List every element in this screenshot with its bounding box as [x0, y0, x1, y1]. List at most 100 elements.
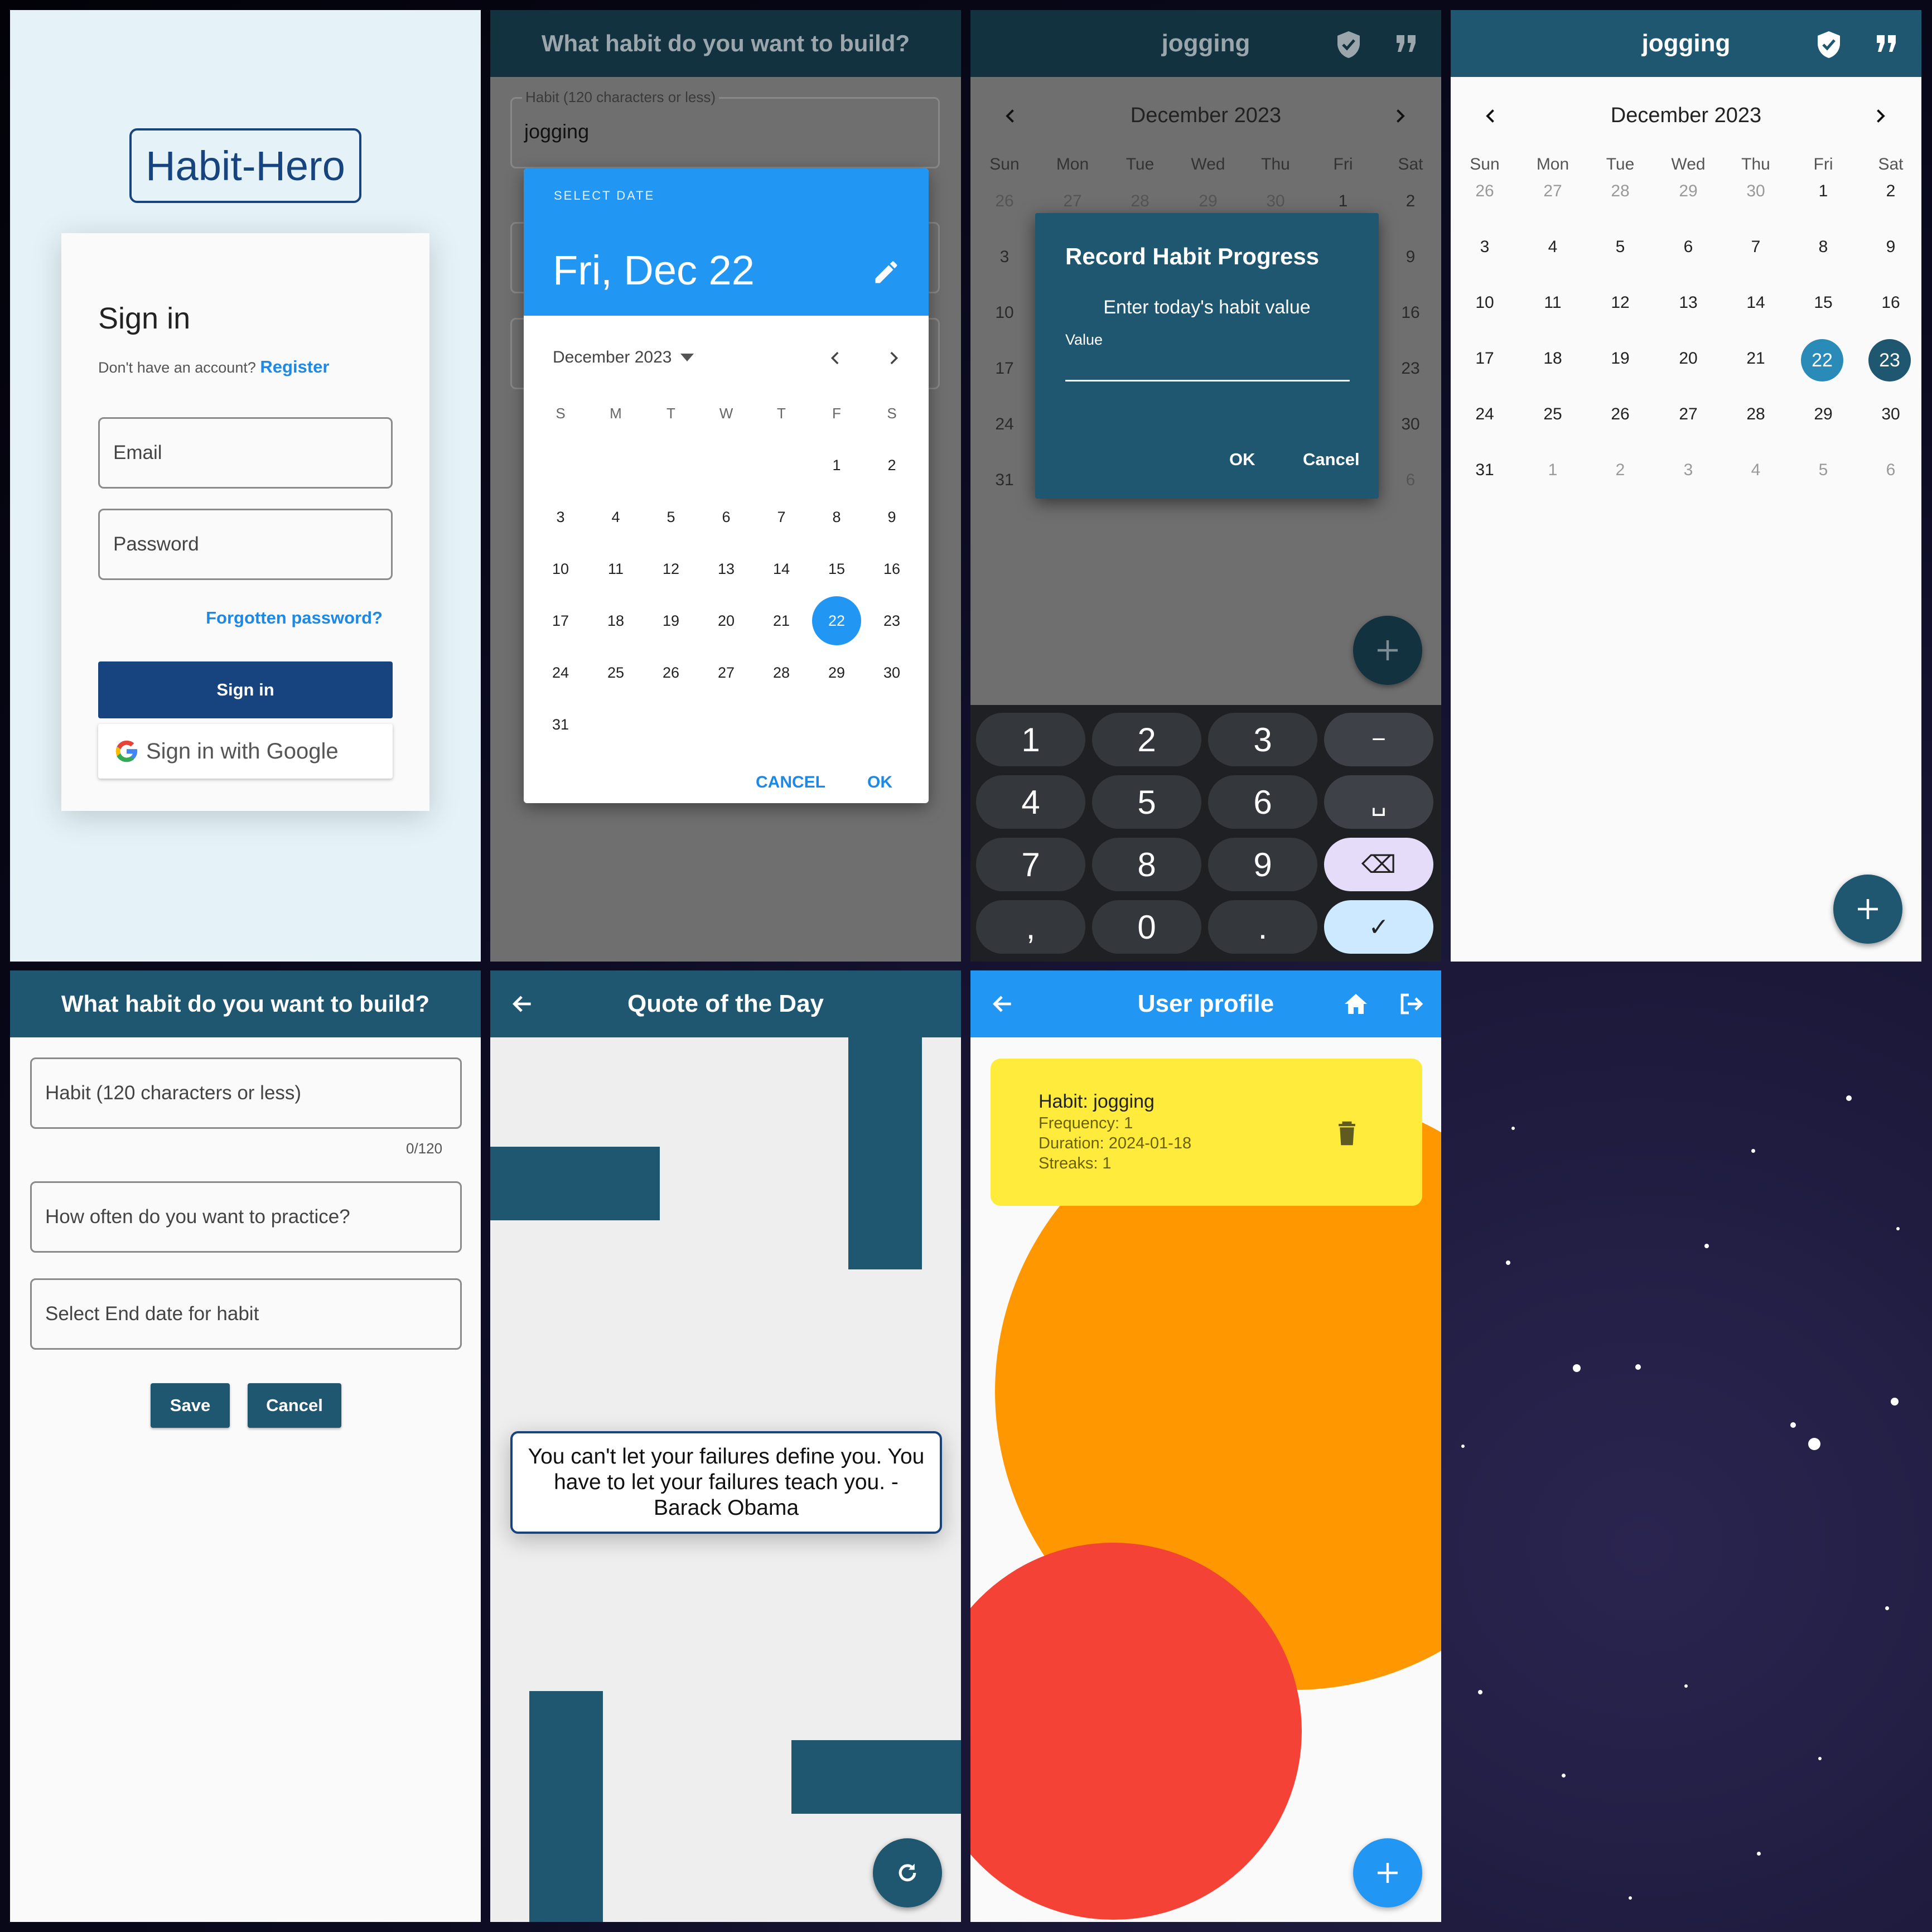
chevron-left-icon[interactable]: [826, 347, 845, 369]
day-cell[interactable]: 29: [1658, 182, 1719, 201]
day-cell[interactable]: 28: [1590, 182, 1651, 201]
day-cell[interactable]: 9: [1860, 238, 1921, 257]
key-minus[interactable]: −: [1324, 713, 1433, 766]
day-cell[interactable]: 23: [1380, 359, 1441, 378]
day-cell[interactable]: 1: [1522, 461, 1583, 480]
day-cell[interactable]: 25: [591, 648, 640, 697]
habit-card[interactable]: Habit: jogging Frequency: 1 Duration: 20…: [991, 1059, 1422, 1206]
highlighted-day[interactable]: 23: [1868, 339, 1911, 381]
ok-button[interactable]: OK: [867, 773, 892, 792]
register-link[interactable]: Register: [260, 357, 329, 376]
day-cell[interactable]: 11: [591, 544, 640, 593]
day-cell[interactable]: 1: [1312, 192, 1374, 211]
email-field[interactable]: Email: [98, 417, 393, 489]
key-1[interactable]: 1: [976, 713, 1085, 766]
day-cell[interactable]: 27: [702, 648, 751, 697]
day-cell[interactable]: 3: [1658, 461, 1719, 480]
day-cell[interactable]: 9: [867, 492, 916, 542]
key-space[interactable]: ␣: [1324, 775, 1433, 829]
add-fab[interactable]: [1833, 875, 1902, 944]
signin-button[interactable]: Sign in: [98, 661, 393, 718]
home-icon[interactable]: [1342, 991, 1370, 1017]
day-cell[interactable]: 18: [591, 596, 640, 645]
day-cell[interactable]: 20: [1658, 349, 1719, 368]
ok-button[interactable]: OK: [1229, 450, 1255, 470]
day-cell[interactable]: 8: [1793, 238, 1854, 257]
day-cell[interactable]: 17: [536, 596, 585, 645]
cancel-button[interactable]: Cancel: [248, 1383, 341, 1428]
day-cell[interactable]: 30: [867, 648, 916, 697]
day-cell[interactable]: 21: [757, 596, 806, 645]
key-3[interactable]: 3: [1208, 713, 1317, 766]
day-cell[interactable]: 23: [867, 596, 916, 645]
key-0[interactable]: 0: [1092, 900, 1201, 954]
day-cell[interactable]: 17: [970, 359, 1039, 378]
day-cell[interactable]: 4: [591, 492, 640, 542]
key-5[interactable]: 5: [1092, 775, 1201, 829]
day-cell[interactable]: 30: [1245, 192, 1306, 211]
day-cell[interactable]: 14: [757, 544, 806, 593]
day-cell[interactable]: 3: [536, 492, 585, 542]
day-cell[interactable]: 25: [1522, 405, 1583, 424]
day-cell[interactable]: 24: [536, 648, 585, 697]
day-cell[interactable]: 30: [1860, 405, 1921, 424]
day-cell[interactable]: 3: [970, 248, 1039, 267]
google-signin-button[interactable]: Sign in with Google: [98, 724, 393, 779]
day-cell[interactable]: 4: [1725, 461, 1786, 480]
cancel-button[interactable]: Cancel: [1303, 450, 1360, 470]
day-cell[interactable]: 16: [867, 544, 916, 593]
day-cell[interactable]: 2: [1590, 461, 1651, 480]
day-cell[interactable]: 26: [1590, 405, 1651, 424]
backspace-key[interactable]: ⌫: [1324, 838, 1433, 891]
pencil-icon[interactable]: [872, 258, 901, 287]
day-cell[interactable]: 13: [702, 544, 751, 593]
day-cell[interactable]: 30: [1380, 415, 1441, 434]
day-cell[interactable]: 21: [1725, 349, 1786, 368]
day-cell[interactable]: 6: [1860, 461, 1921, 480]
enddate-input[interactable]: Select End date for habit: [30, 1278, 462, 1350]
add-fab[interactable]: [1353, 616, 1422, 685]
add-fab[interactable]: [1353, 1838, 1422, 1907]
day-cell[interactable]: 1: [812, 441, 861, 490]
day-cell[interactable]: 28: [1109, 192, 1171, 211]
day-cell[interactable]: 14: [1725, 293, 1786, 312]
back-arrow-icon[interactable]: [510, 992, 535, 1016]
habit-input[interactable]: Habit (120 characters or less): [30, 1057, 462, 1129]
day-cell[interactable]: 4: [1522, 238, 1583, 257]
refresh-fab[interactable]: [873, 1838, 942, 1907]
day-cell[interactable]: 13: [1658, 293, 1719, 312]
day-cell[interactable]: 30: [1725, 182, 1786, 201]
day-cell[interactable]: 2: [1380, 192, 1441, 211]
password-field[interactable]: Password: [98, 509, 393, 580]
selected-day[interactable]: 22: [812, 596, 861, 645]
day-cell[interactable]: 7: [757, 492, 806, 542]
day-cell[interactable]: 20: [702, 596, 751, 645]
day-cell[interactable]: 9: [1380, 248, 1441, 267]
frequency-input[interactable]: How often do you want to practice?: [30, 1181, 462, 1253]
key-6[interactable]: 6: [1208, 775, 1317, 829]
day-cell[interactable]: 17: [1454, 349, 1515, 368]
back-arrow-icon[interactable]: [991, 992, 1015, 1016]
cancel-button[interactable]: CANCEL: [756, 773, 825, 792]
day-cell[interactable]: 31: [970, 471, 1039, 490]
trash-icon[interactable]: [1337, 1121, 1356, 1146]
day-cell[interactable]: 26: [1454, 182, 1515, 201]
confirm-key[interactable]: ✓: [1324, 900, 1433, 954]
day-cell[interactable]: 29: [1793, 405, 1854, 424]
day-cell[interactable]: 26: [970, 192, 1039, 211]
day-cell[interactable]: 10: [1454, 293, 1515, 312]
day-cell[interactable]: 12: [1590, 293, 1651, 312]
day-cell[interactable]: 15: [812, 544, 861, 593]
day-cell[interactable]: 8: [812, 492, 861, 542]
day-cell[interactable]: 28: [757, 648, 806, 697]
day-cell[interactable]: 5: [1793, 461, 1854, 480]
save-button[interactable]: Save: [151, 1383, 230, 1428]
day-cell[interactable]: 16: [1380, 303, 1441, 322]
day-cell[interactable]: 24: [970, 415, 1039, 434]
key-2[interactable]: 2: [1092, 713, 1201, 766]
logout-icon[interactable]: [1398, 991, 1424, 1017]
day-cell[interactable]: 19: [646, 596, 695, 645]
day-cell[interactable]: 29: [812, 648, 861, 697]
day-cell[interactable]: 12: [646, 544, 695, 593]
value-input[interactable]: [1065, 352, 1350, 381]
